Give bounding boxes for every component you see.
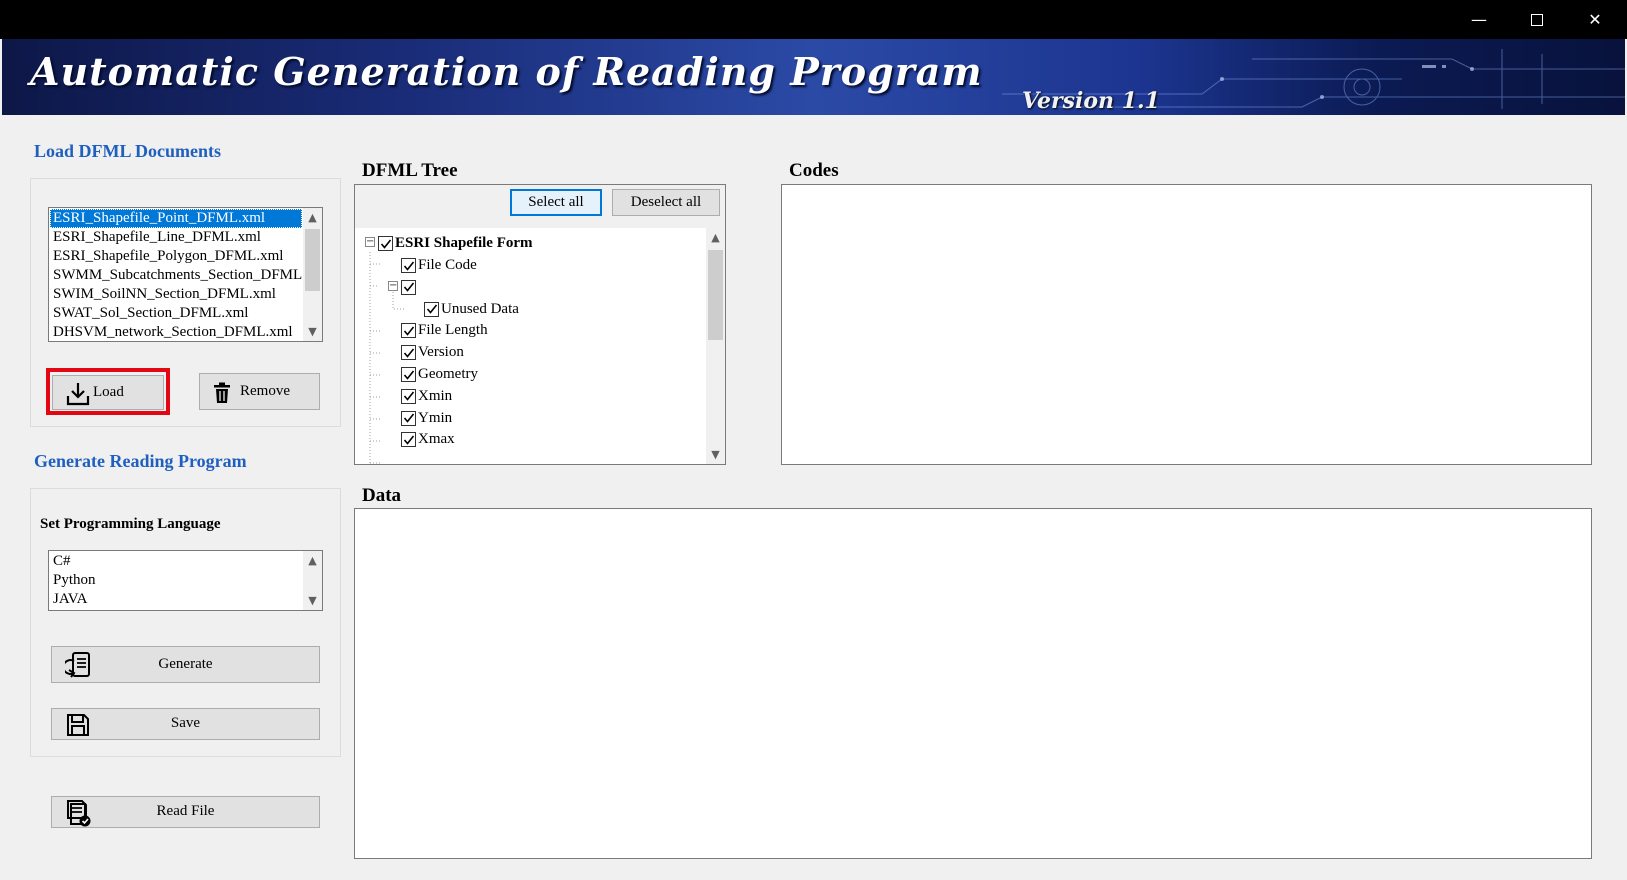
- tree-node-label: ESRI Shapefile Form: [395, 235, 533, 251]
- remove-button[interactable]: Remove: [199, 373, 320, 410]
- scroll-down-icon[interactable]: ▼: [706, 445, 725, 464]
- checkbox-icon[interactable]: [401, 367, 416, 382]
- app-title: Automatic Generation of Reading Program: [30, 49, 983, 94]
- tree-node-root[interactable]: ESRI Shapefile Form: [378, 233, 533, 254]
- read-file-button-label: Read File: [156, 803, 215, 819]
- file-list-item[interactable]: ESRI_Shapefile_Line_DFML.xml: [50, 228, 302, 247]
- tree-node[interactable]: Unused Data: [424, 299, 519, 320]
- checkbox-icon[interactable]: [401, 345, 416, 361]
- deselect-all-label: Deselect all: [630, 194, 702, 210]
- checkbox-icon[interactable]: [401, 323, 416, 339]
- load-button-highlight: [46, 368, 170, 415]
- read-file-button[interactable]: Read File: [51, 796, 320, 828]
- maximize-icon: [1531, 13, 1543, 26]
- checkbox-icon[interactable]: [401, 432, 416, 448]
- dfml-tree-label: DFML Tree: [362, 160, 458, 181]
- scroll-up-icon[interactable]: ▲: [706, 228, 725, 247]
- save-button[interactable]: Save: [51, 708, 320, 740]
- generate-section-title: Generate Reading Program: [34, 451, 247, 471]
- collapse-root-icon[interactable]: −: [365, 237, 375, 247]
- codes-label: Codes: [789, 160, 839, 181]
- load-section-title: Load DFML Documents: [34, 141, 222, 161]
- tree-node-label: Xmax: [418, 431, 455, 448]
- generate-button[interactable]: Generate: [51, 646, 320, 683]
- scroll-down-icon[interactable]: ▼: [303, 322, 322, 341]
- tree-node[interactable]: Version: [401, 342, 464, 363]
- app-version: Version 1.1: [1022, 88, 1160, 114]
- tree-node-label: Ymin: [418, 409, 453, 426]
- language-list-item[interactable]: JAVA: [50, 590, 302, 609]
- data-textbox[interactable]: [354, 508, 1592, 859]
- save-button-label: Save: [170, 715, 201, 731]
- file-list-item[interactable]: SWIM_SoilNN_Section_DFML.xml: [50, 285, 302, 304]
- language-list[interactable]: C# Python JAVA ▲ ▼: [48, 550, 323, 611]
- tree-node[interactable]: Xmin: [401, 386, 452, 407]
- language-list-item[interactable]: C#: [50, 552, 302, 571]
- close-icon: ✕: [1588, 10, 1602, 29]
- scroll-up-icon[interactable]: ▲: [303, 208, 322, 227]
- tree-node[interactable]: File Code: [401, 255, 477, 276]
- tree-node-label: Unused Data: [441, 300, 519, 317]
- minimize-button[interactable]: —: [1450, 0, 1508, 39]
- generate-button-label: Generate: [158, 656, 213, 672]
- tree-node[interactable]: Xmax: [401, 429, 455, 450]
- codes-textbox[interactable]: [781, 184, 1592, 465]
- tree-scrollbar[interactable]: ▲ ▼: [706, 228, 725, 464]
- data-label: Data: [362, 485, 402, 506]
- tree-node-label: Xmin: [418, 387, 453, 404]
- checkbox-icon[interactable]: [424, 301, 439, 317]
- scroll-down-icon[interactable]: ▼: [303, 591, 322, 610]
- select-all-button[interactable]: Select all: [510, 189, 602, 216]
- tree-node[interactable]: Ymin: [401, 408, 452, 429]
- language-list-item[interactable]: Python: [50, 571, 302, 590]
- checkbox-icon[interactable]: [401, 258, 416, 273]
- file-list-item[interactable]: ESRI_Shapefile_Polygon_DFML.xml: [50, 247, 302, 266]
- checkbox-icon[interactable]: [401, 279, 416, 295]
- tree-node[interactable]: [401, 277, 418, 298]
- window-titlebar: — ✕: [0, 0, 1627, 39]
- checkbox-icon[interactable]: [401, 388, 416, 404]
- tree-node-label: File Code: [418, 257, 477, 273]
- scrollbar-thumb[interactable]: [305, 229, 320, 291]
- trash-icon: [213, 382, 231, 404]
- tree-node-label: File Length: [418, 322, 488, 339]
- language-list-scrollbar[interactable]: ▲ ▼: [303, 551, 322, 610]
- remove-button-label: Remove: [240, 383, 290, 399]
- file-list-item[interactable]: DHSVM_network_Section_DFML.xml: [50, 323, 302, 341]
- tree-node[interactable]: File Length: [401, 320, 488, 341]
- checkbox-icon[interactable]: [401, 410, 416, 426]
- language-label: Set Programming Language: [40, 516, 221, 532]
- file-list-scrollbar[interactable]: ▲ ▼: [303, 208, 322, 341]
- checkbox-icon[interactable]: [378, 236, 393, 251]
- file-list-item[interactable]: SWAT_Sol_Section_DFML.xml: [50, 304, 302, 323]
- file-list-item[interactable]: ESRI_Shapefile_Point_DFML.xml: [50, 209, 302, 228]
- select-all-label: Select all: [528, 194, 584, 210]
- file-list-item[interactable]: SWMM_Subcatchments_Section_DFML: [50, 266, 302, 285]
- app-banner: Automatic Generation of Reading Program …: [2, 39, 1625, 115]
- tree-node[interactable]: Geometry: [401, 364, 478, 385]
- scroll-up-icon[interactable]: ▲: [303, 551, 322, 570]
- tree-node-label: Version: [418, 344, 464, 361]
- maximize-button[interactable]: [1508, 0, 1566, 39]
- minimize-icon: —: [1471, 10, 1487, 29]
- dfml-file-list[interactable]: ESRI_Shapefile_Point_DFML.xml ESRI_Shapef…: [48, 207, 323, 342]
- dfml-tree-view[interactable]: − − ESRI Shapefile Form File Code Unused D…: [355, 228, 725, 464]
- scrollbar-thumb[interactable]: [708, 250, 723, 340]
- deselect-all-button[interactable]: Deselect all: [612, 189, 720, 216]
- tree-node-label: Geometry: [418, 366, 478, 382]
- close-button[interactable]: ✕: [1566, 0, 1624, 39]
- collapse-node-icon[interactable]: −: [388, 281, 398, 291]
